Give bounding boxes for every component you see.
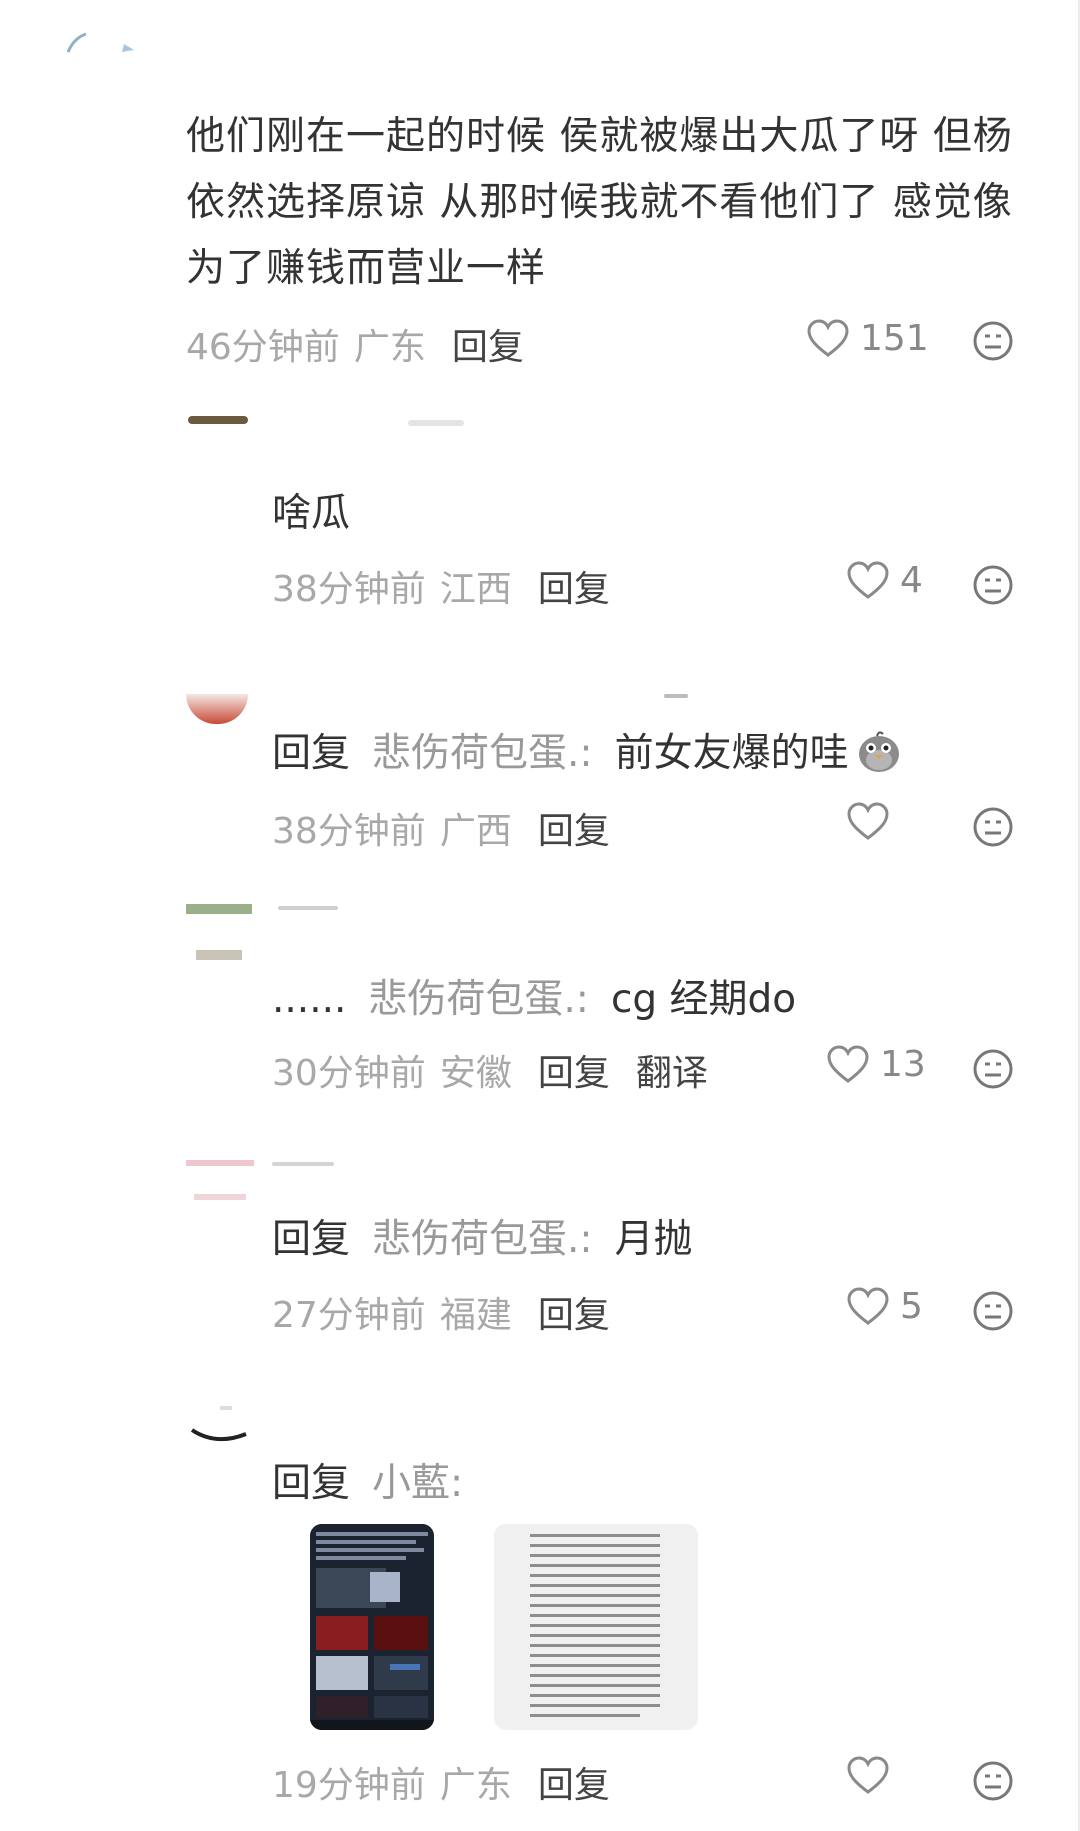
reply-1-reply-button[interactable]: 回复 — [538, 569, 610, 610]
reply-1-time: 38分钟前 — [272, 569, 426, 610]
reply-4-meta: 27分钟前 福建 回复 — [272, 1286, 610, 1338]
reply-4-like-button[interactable]: 5 — [846, 1286, 923, 1327]
reply-2-prefix: 回复 — [272, 731, 351, 776]
avatar-reply-3[interactable] — [186, 904, 252, 962]
like-count: 151 — [860, 318, 929, 359]
screenshot-thumbnail-graphic — [494, 1524, 698, 1730]
reply-5-location: 广东 — [439, 1765, 512, 1806]
meh-face-icon[interactable] — [972, 1760, 1014, 1802]
comment-text: 他们刚在一起的时候 侯就被爆出大瓜了呀 但杨依然选择原谅 从那时候我就不看他们了… — [186, 114, 1013, 291]
reply-5-prefix: 回复 — [272, 1461, 351, 1506]
avatar-fragment-graphic — [186, 904, 252, 960]
reply-4-location: 福建 — [439, 1295, 512, 1336]
reply-4-like-count: 5 — [900, 1286, 923, 1327]
reply-3-target-name[interactable]: 悲伤荷包蛋. — [368, 977, 575, 1022]
reply-2-target-name[interactable]: 悲伤荷包蛋. — [372, 731, 579, 776]
avatar-reply-4[interactable] — [186, 1160, 254, 1202]
reply-3-time: 30分钟前 — [272, 1053, 426, 1094]
reply-5-colon: : — [450, 1461, 464, 1506]
reply-5-image-2[interactable] — [494, 1524, 698, 1730]
reply-4-text: 回复 悲伤荷包蛋.: 月抛 — [272, 1208, 693, 1264]
reply-3-text: ...... 悲伤荷包蛋.: cg 经期do — [272, 968, 796, 1024]
reply-5-text: 回复 小藍: — [272, 1452, 463, 1508]
reply-2-location: 广西 — [439, 811, 512, 852]
reply-1-meta: 38分钟前 江西 回复 — [272, 560, 610, 612]
reply-3-reply-button[interactable]: 回复 — [538, 1053, 610, 1094]
like-button[interactable]: 151 — [806, 318, 929, 359]
reply-1-location: 江西 — [439, 569, 512, 610]
username-reply-4 — [272, 1162, 334, 1166]
avatar-reply-1[interactable] — [188, 416, 248, 424]
avatar-reply-5[interactable] — [186, 1406, 252, 1446]
heart-outline-icon — [847, 560, 889, 599]
reply-3-colon: : — [575, 977, 589, 1022]
reply-1-text: 啥瓜 — [272, 482, 350, 538]
reply-3-location: 安徽 — [439, 1053, 512, 1094]
comment-time: 46分钟前 — [186, 327, 340, 368]
reply-4-colon: : — [579, 1217, 593, 1262]
reply-3-translate-button[interactable]: 翻译 — [636, 1053, 708, 1094]
reply-2-reply-button[interactable]: 回复 — [538, 811, 610, 852]
reply-3-meta: 30分钟前 安徽 回复 翻译 — [272, 1044, 708, 1096]
reply-4-target-name[interactable]: 悲伤荷包蛋. — [372, 1217, 579, 1262]
reply-4-prefix: 回复 — [272, 1217, 351, 1262]
reply-4-time: 27分钟前 — [272, 1295, 426, 1336]
heart-outline-icon — [807, 318, 849, 357]
meh-face-icon[interactable] — [972, 564, 1014, 606]
reply-2-body: 前女友爆的哇 — [614, 731, 849, 776]
reply-5-target-name[interactable]: 小藍 — [372, 1461, 450, 1506]
avatar-fragment-graphic — [186, 1160, 254, 1200]
reply-2-time: 38分钟前 — [272, 811, 426, 852]
reply-2-meta: 38分钟前 广西 回复 — [272, 802, 610, 854]
reply-4-body: 月抛 — [614, 1217, 693, 1262]
heart-outline-icon — [847, 1756, 889, 1794]
meh-face-icon[interactable] — [972, 806, 1014, 848]
reply-5-like-button[interactable] — [846, 1756, 900, 1796]
reply-4-reply-button[interactable]: 回复 — [538, 1295, 610, 1336]
reply-3-body: cg 经期do — [610, 977, 797, 1022]
pigeon-emoji — [855, 728, 903, 784]
reply-1-like-count: 4 — [900, 560, 923, 601]
screenshot-thumbnail-graphic — [310, 1524, 434, 1730]
heart-outline-icon — [827, 1044, 869, 1083]
username-reply-1 — [408, 420, 464, 426]
meh-face-icon[interactable] — [972, 320, 1014, 362]
reply-3-like-button[interactable]: 13 — [826, 1044, 926, 1085]
avatar-fragment-graphic — [66, 32, 134, 53]
reply-5-meta: 19分钟前 广东 回复 — [272, 1756, 610, 1808]
avatar-fragment-graphic — [190, 1406, 247, 1442]
meh-face-icon[interactable] — [972, 1290, 1014, 1332]
avatar-top[interactable] — [64, 28, 134, 62]
reply-2-text: 回复 悲伤荷包蛋.: 前女友爆的哇 — [272, 722, 903, 784]
reply-2-like-button[interactable] — [846, 802, 900, 842]
reply-1-like-button[interactable]: 4 — [846, 560, 923, 601]
reply-5-image-1[interactable] — [310, 1524, 434, 1730]
username-reply-2 — [664, 694, 688, 698]
reply-5-time: 19分钟前 — [272, 1765, 426, 1806]
heart-outline-icon — [847, 1286, 889, 1325]
username-reply-3 — [278, 906, 338, 910]
reply-3-like-count: 13 — [880, 1044, 926, 1085]
reply-2-colon: : — [579, 731, 593, 776]
reply-5-reply-button[interactable]: 回复 — [538, 1765, 610, 1806]
heart-outline-icon — [847, 802, 889, 840]
comment-meta: 46分钟前 广东 回复 — [186, 318, 524, 370]
reply-3-prefix: ...... — [272, 977, 347, 1022]
comment-location: 广东 — [353, 327, 426, 368]
meh-face-icon[interactable] — [972, 1048, 1014, 1090]
reply-button[interactable]: 回复 — [452, 327, 524, 368]
reply-1-body: 啥瓜 — [272, 491, 351, 536]
